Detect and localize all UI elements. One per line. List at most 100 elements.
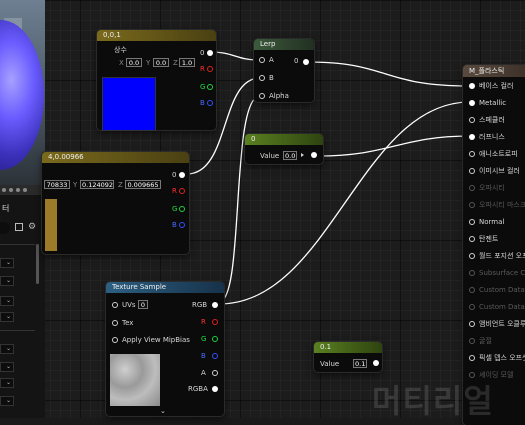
left-details-panel: 터 ⚙ ⌄ ⌄ ⌄ ⌄ ⌄ ⌄ ⌄ ⌄ (0, 0, 45, 418)
collapse-arrow-icon[interactable] (301, 153, 304, 157)
uvs-value-field[interactable]: 0 (138, 300, 148, 309)
material-input-pin[interactable] (469, 338, 475, 344)
output-pin-r[interactable] (207, 66, 213, 72)
output-label-rgba: RGBA (188, 385, 208, 393)
material-input-pin[interactable] (469, 117, 475, 123)
dot-icon (9, 188, 13, 192)
y-value-field[interactable]: 0.124092 (80, 180, 114, 189)
output-pin[interactable] (311, 152, 317, 158)
material-input-label: 앰비언트 오클루 (479, 320, 525, 328)
pin-label-mipbias: Apply View MipBias (122, 336, 190, 344)
material-input-pin[interactable] (469, 168, 475, 174)
output-pin[interactable] (303, 59, 309, 65)
node-title: Texture Sample (106, 282, 224, 293)
y-label: Y (73, 181, 78, 189)
output-label: 0 (294, 57, 299, 65)
output-pin-r[interactable] (212, 319, 218, 325)
dropdown[interactable]: ⌄ (0, 258, 14, 268)
output-pin-r[interactable] (179, 188, 185, 194)
lerp-node[interactable]: Lerp A B Alpha 0 (254, 39, 314, 102)
output-pin-g[interactable] (179, 206, 185, 212)
dropdown[interactable]: ⌄ (0, 312, 14, 322)
dropdown[interactable]: ⌄ (0, 362, 14, 372)
output-pin-rgba[interactable] (212, 386, 218, 392)
x-value-field[interactable]: 0.0 (126, 58, 142, 67)
material-input-pin[interactable] (469, 236, 475, 242)
input-pin-alpha[interactable] (259, 93, 265, 99)
output-pin[interactable] (179, 172, 185, 178)
material-result-node[interactable]: M_플라스틱 베이스 컬러 Metallic 스페큘러 러프니스 애니소트로피 이미시브 … (463, 65, 525, 425)
pin-label-a: A (269, 56, 274, 64)
material-input-label: 굴절 (479, 337, 492, 345)
input-pin-mipbias[interactable] (112, 337, 118, 343)
output-pin-b[interactable] (212, 353, 218, 359)
dropdown[interactable]: ⌄ (0, 344, 14, 354)
material-input-pin[interactable] (469, 355, 475, 361)
material-input-label: 픽셀 뎁스 오프셋 (479, 354, 525, 362)
output-label-b: B (201, 352, 206, 360)
material-input-pin[interactable] (469, 100, 475, 106)
dropdown[interactable]: ⌄ (0, 276, 14, 286)
output-label-g: G (201, 335, 207, 343)
material-input-pin[interactable] (469, 134, 475, 140)
material-input-label: 오파시티 (479, 184, 505, 192)
pin-label-b: B (269, 74, 274, 82)
dot-icon (2, 188, 6, 192)
output-label-r: R (200, 65, 205, 73)
material-input-label: 오파시티 마스크 (479, 201, 525, 209)
material-input-label: 애니소트로피 (479, 150, 518, 158)
constant-node-unconnected[interactable]: 0.1 Value 0.1 (314, 342, 382, 372)
output-pin-b[interactable] (207, 100, 213, 106)
material-input-label: Custom Data 0 (479, 286, 525, 294)
z-label: Z (118, 181, 123, 189)
material-input-label: 스페큘러 (479, 116, 505, 124)
material-input-pin[interactable] (469, 219, 475, 225)
preview-viewport[interactable] (0, 0, 45, 185)
y-value-field[interactable]: 0.0 (153, 58, 169, 67)
output-pin[interactable] (373, 360, 379, 366)
node-title: 0,0,1 (97, 30, 216, 41)
output-pin-a[interactable] (212, 370, 218, 376)
table-icon[interactable] (15, 223, 23, 231)
output-pin-g[interactable] (212, 336, 218, 342)
constant-node-roughness[interactable]: 0 Value 0.0 (245, 134, 323, 164)
chevron-down-icon[interactable]: ⌄ (160, 407, 166, 415)
output-pin-b[interactable] (179, 222, 185, 228)
material-input-pin[interactable] (469, 321, 475, 327)
material-input-label: 이미시브 컬러 (479, 167, 520, 175)
dropdown[interactable]: ⌄ (0, 296, 14, 306)
z-value-field[interactable]: 1.0 (179, 58, 195, 67)
material-input-pin[interactable] (469, 151, 475, 157)
value-field[interactable]: 0.0 (283, 151, 297, 160)
input-pin-a[interactable] (259, 57, 265, 63)
watermark-text: 머티리얼 (372, 382, 494, 420)
constant4-vector-node[interactable]: 4,0.00966 70833 Y 0.124092 Z 0.009665 0 … (42, 152, 189, 254)
material-input-pin[interactable] (469, 83, 475, 89)
dropdown[interactable]: ⌄ (0, 378, 14, 388)
input-pin-b[interactable] (259, 75, 265, 81)
material-input-label: 탄젠트 (479, 235, 499, 243)
material-input-pin[interactable] (469, 287, 475, 293)
material-input-pin[interactable] (469, 253, 475, 259)
x-value-field[interactable]: 70833 (44, 180, 70, 189)
scrollbar-thumb[interactable] (36, 244, 39, 284)
search-field[interactable] (0, 222, 10, 234)
texture-sample-node[interactable]: Texture Sample UVs 0 Tex Apply View MipB… (106, 282, 224, 416)
panel-tab-strip (0, 185, 45, 195)
z-value-field[interactable]: 0.009665 (125, 180, 161, 189)
material-input-pin[interactable] (469, 185, 475, 191)
material-input-pin[interactable] (469, 270, 475, 276)
dropdown[interactable]: ⌄ (0, 396, 14, 406)
constant3-vector-node[interactable]: 0,0,1 상수 X 0.0 Y 0.0 Z 1.0 0 R G B (97, 30, 216, 131)
value-field[interactable]: 0.1 (353, 359, 367, 368)
output-label-b: B (200, 99, 205, 107)
divider (0, 330, 35, 331)
gear-icon[interactable]: ⚙ (28, 222, 36, 232)
output-pin-g[interactable] (207, 84, 213, 90)
output-pin-rgb[interactable] (212, 302, 218, 308)
material-input-pin[interactable] (469, 202, 475, 208)
input-pin-tex[interactable] (112, 320, 118, 326)
output-pin[interactable] (207, 50, 213, 56)
input-pin-uvs[interactable] (112, 302, 118, 308)
material-input-pin[interactable] (469, 304, 475, 310)
